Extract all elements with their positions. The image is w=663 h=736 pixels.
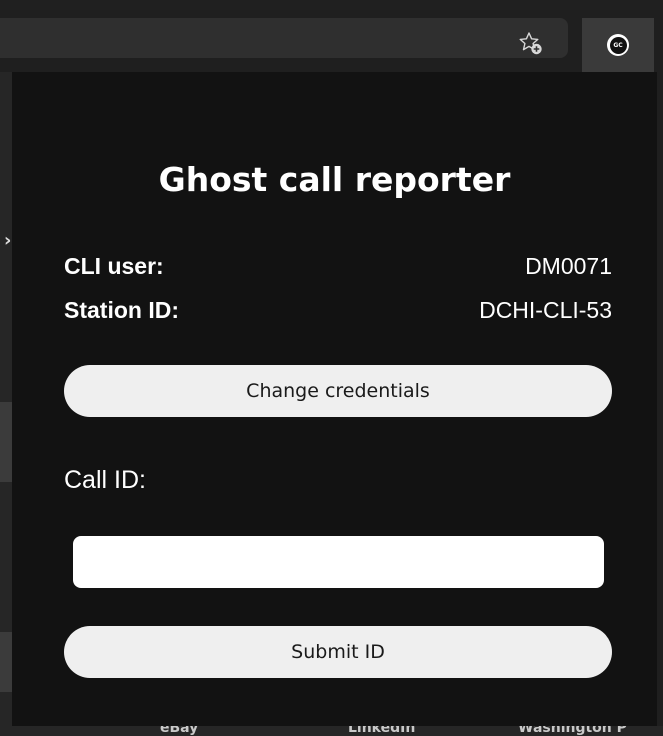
background-page-left-edge (0, 72, 12, 736)
add-to-favorites-icon (519, 32, 542, 55)
extension-popup: Ghost call reporter CLI user: DM0071 Sta… (12, 72, 657, 726)
submit-id-button[interactable]: Submit ID (64, 626, 612, 678)
address-bar[interactable] (0, 18, 568, 58)
station-id-row: Station ID: DCHI-CLI-53 (64, 294, 612, 326)
bookmark-link[interactable]: LinkedIn (348, 726, 415, 736)
station-id-label: Station ID: (64, 296, 179, 323)
cli-user-label: CLI user: (64, 252, 164, 279)
bookmark-link[interactable]: eBay (160, 726, 198, 736)
background-block (0, 402, 12, 482)
extension-logo-text: GC (609, 36, 627, 54)
ghost-call-extension-icon: GC (607, 34, 629, 56)
browser-top-strip (0, 0, 663, 10)
add-favorite-button[interactable] (514, 28, 548, 58)
change-credentials-button[interactable]: Change credentials (64, 365, 612, 417)
popup-title: Ghost call reporter (158, 160, 511, 199)
bookmark-link[interactable]: Washington P (518, 726, 627, 736)
extension-toolbar-button[interactable]: GC (582, 18, 654, 72)
bookmarks-strip: eBay LinkedIn Washington P (12, 726, 663, 736)
call-id-input[interactable] (73, 536, 604, 588)
cli-user-row: CLI user: DM0071 (64, 250, 612, 282)
station-id-value: DCHI-CLI-53 (479, 296, 612, 323)
background-block (0, 632, 12, 692)
call-id-label: Call ID: (64, 466, 146, 494)
cli-user-value: DM0071 (525, 252, 612, 279)
